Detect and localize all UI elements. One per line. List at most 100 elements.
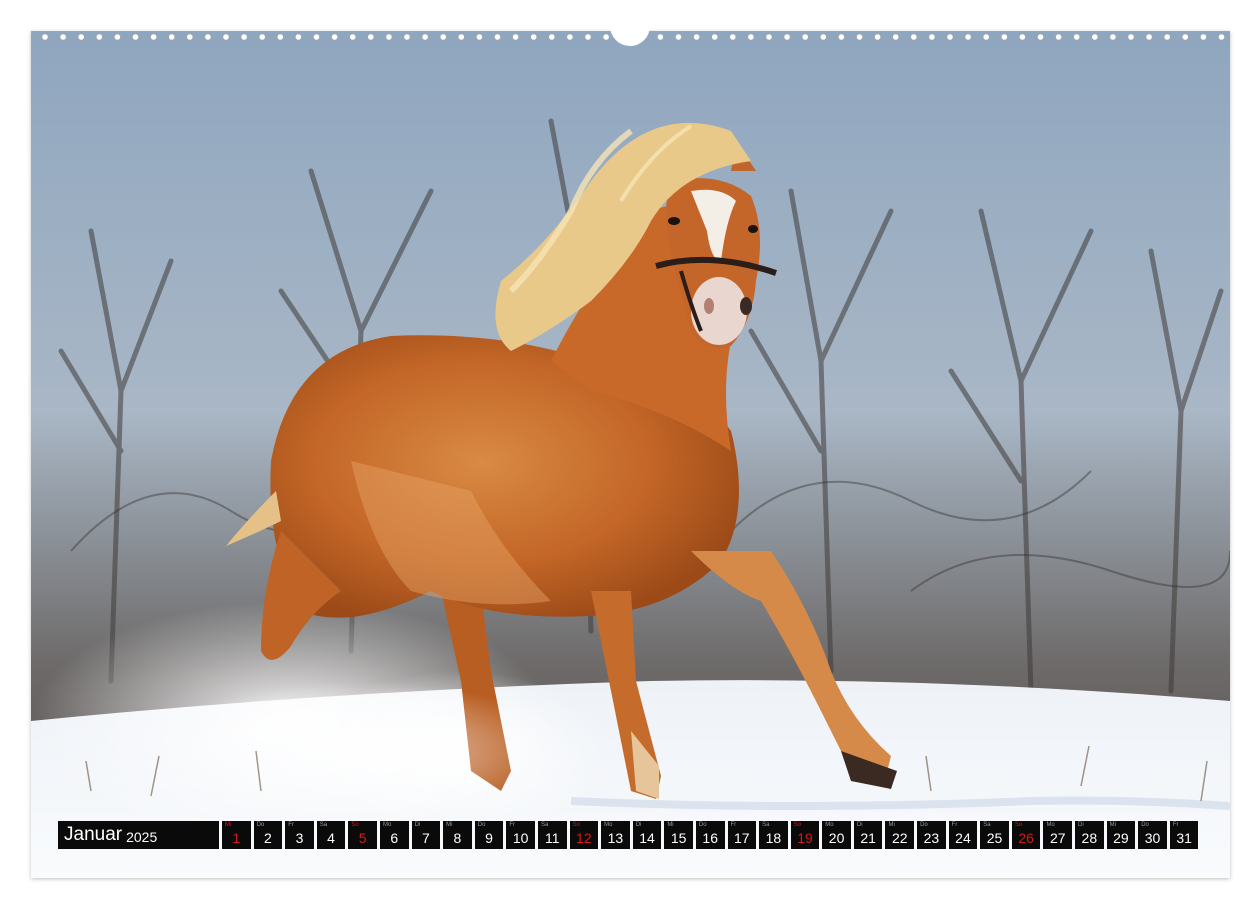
binding-hole <box>457 33 465 41</box>
day-cell: Do 23 <box>917 821 946 849</box>
day-cell: Sa 4 <box>316 821 346 849</box>
weekday-label: Fr <box>1172 822 1179 828</box>
binding-hole <box>1217 33 1226 41</box>
day-number: 1 <box>232 830 241 846</box>
binding-hole <box>113 33 122 41</box>
day-number: 3 <box>295 830 304 846</box>
binding-hole <box>566 33 574 41</box>
binding-hole <box>1199 33 1208 41</box>
day-number: 29 <box>1113 830 1129 846</box>
day-cell: Mo 13 <box>601 821 630 849</box>
day-cell: Mi 1 <box>222 821 251 849</box>
day-number: 18 <box>765 830 782 846</box>
day-cell: Di 14 <box>632 821 662 849</box>
day-number: 23 <box>923 830 940 846</box>
binding-hole <box>892 33 900 41</box>
binding-hole <box>1181 33 1189 41</box>
binding-hole <box>656 33 665 41</box>
binding-hole <box>1000 33 1008 41</box>
weekday-label: Fr <box>509 822 516 828</box>
day-cell: Do 2 <box>253 821 283 849</box>
binding-hole <box>168 33 176 41</box>
day-number: 28 <box>1081 830 1098 846</box>
day-cell: Sa 18 <box>759 821 788 849</box>
day-number: 8 <box>453 830 462 846</box>
day-cell: Mo 20 <box>822 821 851 849</box>
binding-hole <box>1036 33 1045 41</box>
day-number: 12 <box>576 830 592 846</box>
binding-hole <box>294 33 302 41</box>
binding-hole <box>204 33 212 41</box>
binding-hole <box>548 33 556 41</box>
weekday-label: Mi <box>1109 822 1116 828</box>
binding-hole <box>421 33 429 41</box>
weekday-label: Sa <box>540 822 549 828</box>
binding-hole <box>330 33 339 41</box>
binding-hole <box>276 33 284 41</box>
day-cell: Mi 8 <box>443 821 472 849</box>
binding-hole <box>1109 33 1117 41</box>
weekday-label: Di <box>635 822 642 828</box>
weekday-label: Di <box>856 822 863 828</box>
day-cell: Mo 6 <box>379 821 409 849</box>
calendar-strip: Januar 2025 Mi 1 Do 2 Fr 3 Sa 4 So 5 Mo 6 Di 7 Mi 8 Do 9 F… <box>58 821 1199 849</box>
binding-hole <box>928 33 936 41</box>
binding-hole <box>258 33 266 41</box>
binding-hole <box>946 33 954 41</box>
day-cell: Fr 31 <box>1169 821 1199 849</box>
calendar-photo <box>31 31 1230 878</box>
binding-hole <box>1163 33 1171 41</box>
day-cell: Mi 29 <box>1106 821 1136 849</box>
binding-hole <box>403 33 411 41</box>
day-cell: Fr 24 <box>948 821 978 849</box>
binding-hole <box>1091 33 1099 41</box>
binding-hole <box>692 33 701 41</box>
day-number: 20 <box>828 830 845 846</box>
weekday-label: Mo <box>604 822 613 828</box>
day-number: 26 <box>1018 830 1034 846</box>
weekday-label: Mi <box>446 822 453 828</box>
binding-hole <box>222 33 230 41</box>
binding-hole <box>602 33 610 41</box>
month-year: 2025 <box>126 828 158 845</box>
weekday-label: So <box>351 822 359 828</box>
day-number: 2 <box>263 830 272 846</box>
binding-hole <box>801 33 809 41</box>
binding-hole <box>584 33 592 41</box>
day-number: 15 <box>670 830 687 846</box>
day-cell: So 12 <box>569 821 599 849</box>
day-cell: So 19 <box>790 821 820 849</box>
day-number: 14 <box>639 830 655 846</box>
binding-hole <box>312 33 321 41</box>
binding-hole <box>1145 33 1153 41</box>
binding-hole <box>982 33 990 41</box>
day-cell: Do 30 <box>1138 821 1167 849</box>
weekday-label: Do <box>256 822 265 828</box>
day-cell: Fr 3 <box>285 821 314 849</box>
binding-hole <box>240 33 248 41</box>
weekday-label: Sa <box>319 822 328 828</box>
weekday-label: Mi <box>225 822 232 828</box>
day-number: 27 <box>1049 830 1066 846</box>
binding-hole <box>511 33 520 41</box>
day-number: 31 <box>1176 830 1192 846</box>
day-cell: Mi 15 <box>664 821 693 849</box>
day-number: 24 <box>955 830 971 846</box>
binding-hole <box>910 33 918 41</box>
day-number: 6 <box>390 830 399 846</box>
weekday-label: Mi <box>667 822 674 828</box>
binding-hole <box>530 33 538 41</box>
day-cell: Mi 22 <box>885 821 915 849</box>
weekday-label: Fr <box>288 822 294 828</box>
day-number: 13 <box>607 830 624 846</box>
weekday-label: Fr <box>730 822 737 828</box>
binding-hole <box>41 33 49 41</box>
day-number: 4 <box>327 830 335 846</box>
binding-hole <box>765 33 773 41</box>
binding-hole <box>837 33 846 41</box>
day-cell: So 5 <box>348 821 377 849</box>
binding-hole <box>819 33 827 41</box>
day-number: 19 <box>797 830 813 846</box>
binding-hole <box>1055 33 1063 41</box>
binding-hole <box>729 33 737 41</box>
